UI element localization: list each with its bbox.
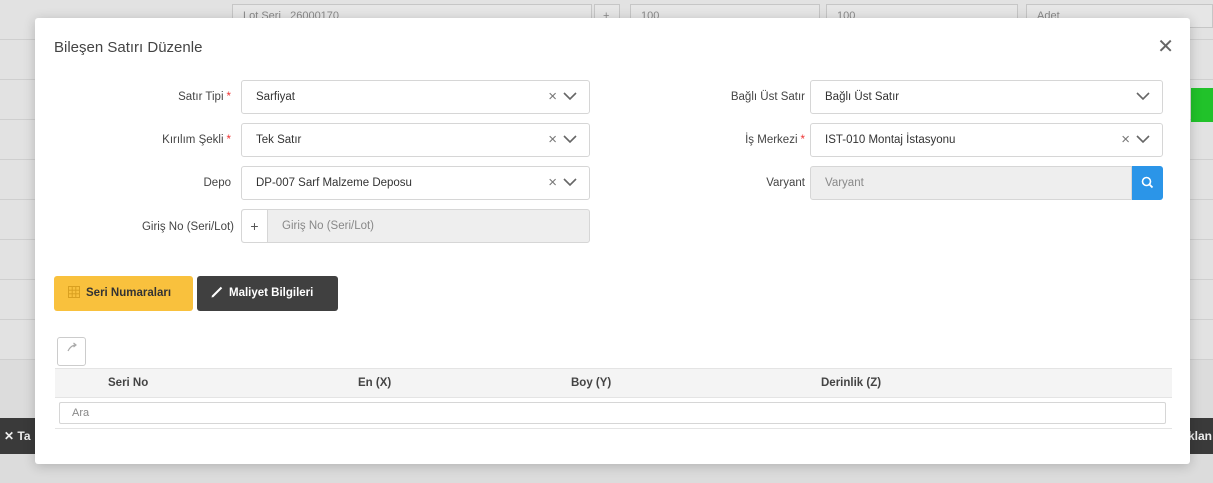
add-giris-no-button[interactable]: + <box>242 210 268 242</box>
varyant-search-button[interactable] <box>1132 166 1163 200</box>
bagli-ust-satir-select[interactable]: Bağlı Üst Satır <box>810 80 1163 114</box>
kirilim-sekli-value: Tek Satır <box>256 134 302 146</box>
maliyet-bilgileri-button[interactable]: Maliyet Bilgileri <box>197 276 338 311</box>
bagli-ust-satir-value: Bağlı Üst Satır <box>825 91 900 103</box>
giris-no-input[interactable]: Giriş No (Seri/Lot) <box>282 220 374 232</box>
clear-icon[interactable]: × <box>1121 131 1130 148</box>
depo-select[interactable]: DP-007 Sarf Malzeme Deposu × <box>241 166 590 200</box>
bg-green-button <box>1191 88 1213 122</box>
table-filter-row: Ara <box>55 399 1172 429</box>
close-icon[interactable]: ✕ <box>1157 37 1174 57</box>
grid-icon <box>68 285 80 298</box>
bg-dark-right-button: klan <box>1188 418 1213 454</box>
varyant-input[interactable]: Varyant <box>810 166 1132 200</box>
column-seri-no[interactable]: Seri No <box>108 377 148 389</box>
giris-no-label: Giriş No (Seri/Lot) <box>141 221 234 233</box>
bagli-ust-satir-label: Bağlı Üst Satır <box>730 91 805 103</box>
table-search-input[interactable]: Ara <box>59 402 1166 424</box>
satir-tipi-select[interactable]: Sarfiyat × <box>241 80 590 114</box>
satir-tipi-label: Satır Tipi * <box>178 91 231 103</box>
edit-component-modal: Bileşen Satırı Düzenle ✕ Satır Tipi * Sar… <box>35 18 1190 464</box>
giris-no-field: + Giriş No (Seri/Lot) <box>241 209 590 243</box>
satir-tipi-value: Sarfiyat <box>256 91 295 103</box>
varyant-label: Varyant <box>766 177 805 189</box>
bg-dark-left-button: ✕ Ta <box>0 418 36 454</box>
chevron-down-icon[interactable] <box>563 175 577 189</box>
table-header: Seri No En (X) Boy (Y) Derinlik (Z) <box>55 368 1172 398</box>
pencil-icon <box>211 286 223 298</box>
export-button[interactable] <box>57 337 86 366</box>
clear-icon[interactable]: × <box>548 88 557 105</box>
seri-numaralari-button[interactable]: Seri Numaraları <box>54 276 193 311</box>
chevron-down-icon[interactable] <box>1136 89 1150 103</box>
export-icon <box>66 342 77 352</box>
column-derinlik[interactable]: Derinlik (Z) <box>821 377 881 389</box>
varyant-placeholder: Varyant <box>825 177 864 189</box>
is-merkezi-value: IST-010 Montaj İstasyonu <box>825 134 956 146</box>
chevron-down-icon[interactable] <box>563 89 577 103</box>
chevron-down-icon[interactable] <box>1136 132 1150 146</box>
kirilim-sekli-select[interactable]: Tek Satır × <box>241 123 590 157</box>
clear-icon[interactable]: × <box>548 174 557 191</box>
clear-icon[interactable]: × <box>548 131 557 148</box>
chevron-down-icon[interactable] <box>563 132 577 146</box>
search-icon <box>1141 176 1154 189</box>
is-merkezi-label: İş Merkezi * <box>745 134 805 146</box>
column-boy[interactable]: Boy (Y) <box>571 377 611 389</box>
depo-label: Depo <box>203 177 232 189</box>
close-icon: ✕ <box>4 429 15 443</box>
kirilim-sekli-label: Kırılım Şekli * <box>162 134 231 146</box>
modal-title: Bileşen Satırı Düzenle <box>54 39 203 56</box>
is-merkezi-select[interactable]: IST-010 Montaj İstasyonu × <box>810 123 1163 157</box>
depo-value: DP-007 Sarf Malzeme Deposu <box>256 177 412 189</box>
column-en[interactable]: En (X) <box>358 377 391 389</box>
